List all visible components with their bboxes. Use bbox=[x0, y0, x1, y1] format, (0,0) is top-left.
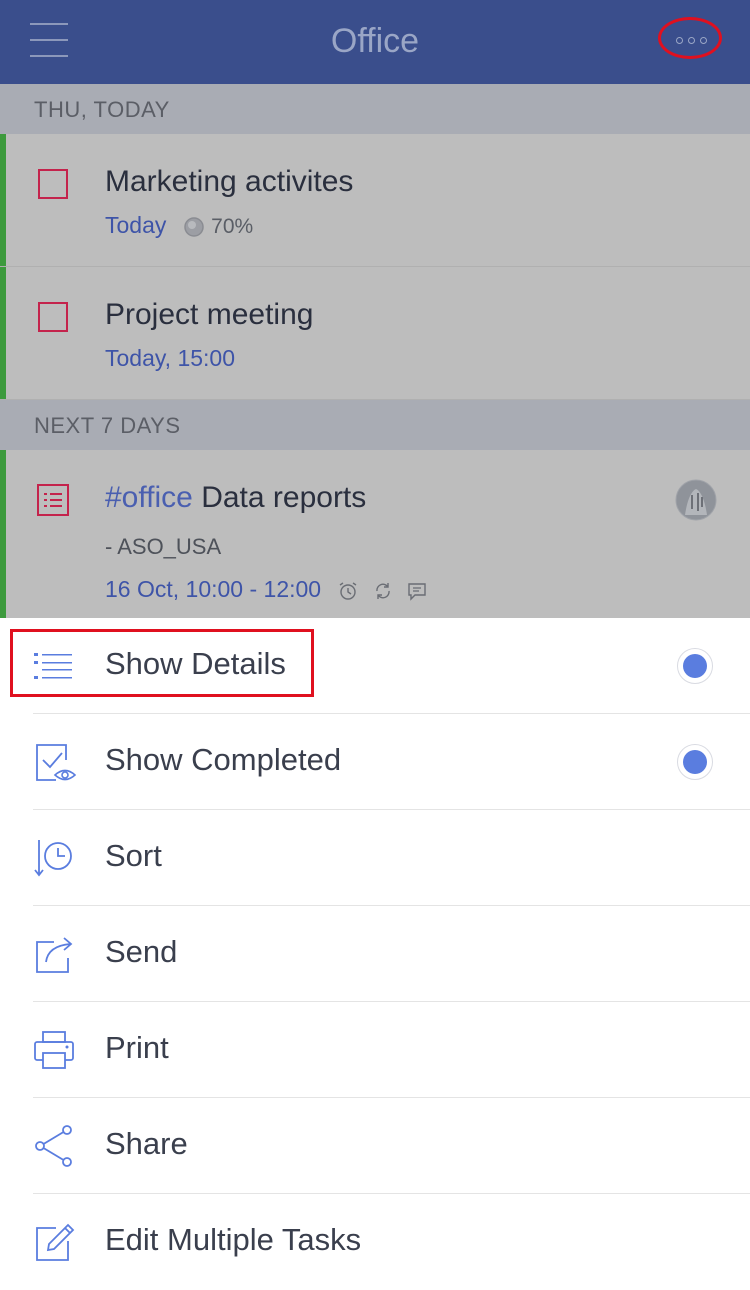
task-subtitle: 16 Oct, 10:00 - 12:00 bbox=[105, 576, 428, 603]
list-color-bar bbox=[0, 450, 6, 618]
sort-clock-icon bbox=[34, 840, 72, 877]
menu-item-label: Show Completed bbox=[105, 742, 342, 777]
task-tag[interactable]: #office bbox=[105, 481, 193, 514]
task-date: 16 Oct, 10:00 - 12:00 bbox=[105, 576, 322, 602]
list-color-bar bbox=[0, 134, 6, 266]
task-checkbox[interactable] bbox=[38, 302, 68, 332]
assignee-avatar[interactable] bbox=[675, 479, 717, 521]
task-progress: 70% bbox=[211, 215, 254, 238]
list-color-bar bbox=[0, 267, 6, 399]
task-title: Marketing activites bbox=[105, 165, 354, 198]
more-options-button[interactable] bbox=[658, 17, 722, 59]
checklist-icon[interactable] bbox=[37, 484, 69, 516]
menu-item-label: Send bbox=[105, 934, 178, 969]
menu-item-label: Print bbox=[105, 1030, 169, 1065]
section-header-next7: NEXT 7 DAYS bbox=[0, 400, 750, 450]
dot-icon bbox=[676, 37, 683, 44]
progress-icon bbox=[184, 217, 204, 237]
menu-item-label: Share bbox=[105, 1126, 188, 1161]
highlight-box bbox=[10, 629, 314, 697]
menu-item-send[interactable]: Send bbox=[0, 906, 750, 1002]
menu-item-label: Edit Multiple Tasks bbox=[105, 1222, 362, 1257]
show-completed-toggle[interactable] bbox=[677, 744, 713, 780]
send-icon bbox=[36, 937, 73, 973]
task-list: THU, TODAY Marketing activites Today 70%… bbox=[0, 84, 750, 618]
repeat-icon bbox=[376, 582, 390, 599]
completed-eye-icon bbox=[36, 744, 76, 781]
task-title: Project meeting bbox=[105, 298, 314, 331]
note-icon bbox=[408, 583, 426, 601]
task-title: #office Data reports bbox=[105, 481, 367, 514]
menu-item-print[interactable]: Print bbox=[0, 1002, 750, 1098]
task-row[interactable]: #office Data reports - ASO_USA 16 Oct, 1… bbox=[0, 450, 750, 618]
show-details-toggle[interactable] bbox=[677, 648, 713, 684]
menu-item-show-completed[interactable]: Show Completed bbox=[0, 714, 750, 810]
edit-icon bbox=[36, 1223, 75, 1261]
menu-item-sort[interactable]: Sort bbox=[0, 810, 750, 906]
task-subtitle: Today 70% bbox=[105, 212, 253, 239]
share-icon bbox=[35, 1125, 72, 1167]
task-row[interactable]: Marketing activites Today 70% bbox=[0, 134, 750, 267]
task-row[interactable]: Project meeting Today, 15:00 bbox=[0, 267, 750, 400]
menu-item-label: Sort bbox=[105, 838, 162, 873]
printer-icon bbox=[34, 1031, 74, 1069]
task-checkbox[interactable] bbox=[38, 169, 68, 199]
dot-icon bbox=[700, 37, 707, 44]
options-menu: Show Details Show Completed Sort Send Pr… bbox=[0, 618, 750, 1290]
task-date: Today bbox=[105, 212, 167, 238]
menu-item-share[interactable]: Share bbox=[0, 1098, 750, 1194]
task-date: Today, 15:00 bbox=[105, 345, 236, 371]
alarm-icon bbox=[340, 582, 357, 600]
section-header-today: THU, TODAY bbox=[0, 84, 750, 134]
hamburger-menu-icon[interactable] bbox=[30, 23, 70, 57]
task-note: - ASO_USA bbox=[105, 534, 222, 559]
dot-icon bbox=[688, 37, 695, 44]
page-title: Office bbox=[330, 22, 420, 60]
menu-item-edit-multiple[interactable]: Edit Multiple Tasks bbox=[0, 1194, 750, 1290]
